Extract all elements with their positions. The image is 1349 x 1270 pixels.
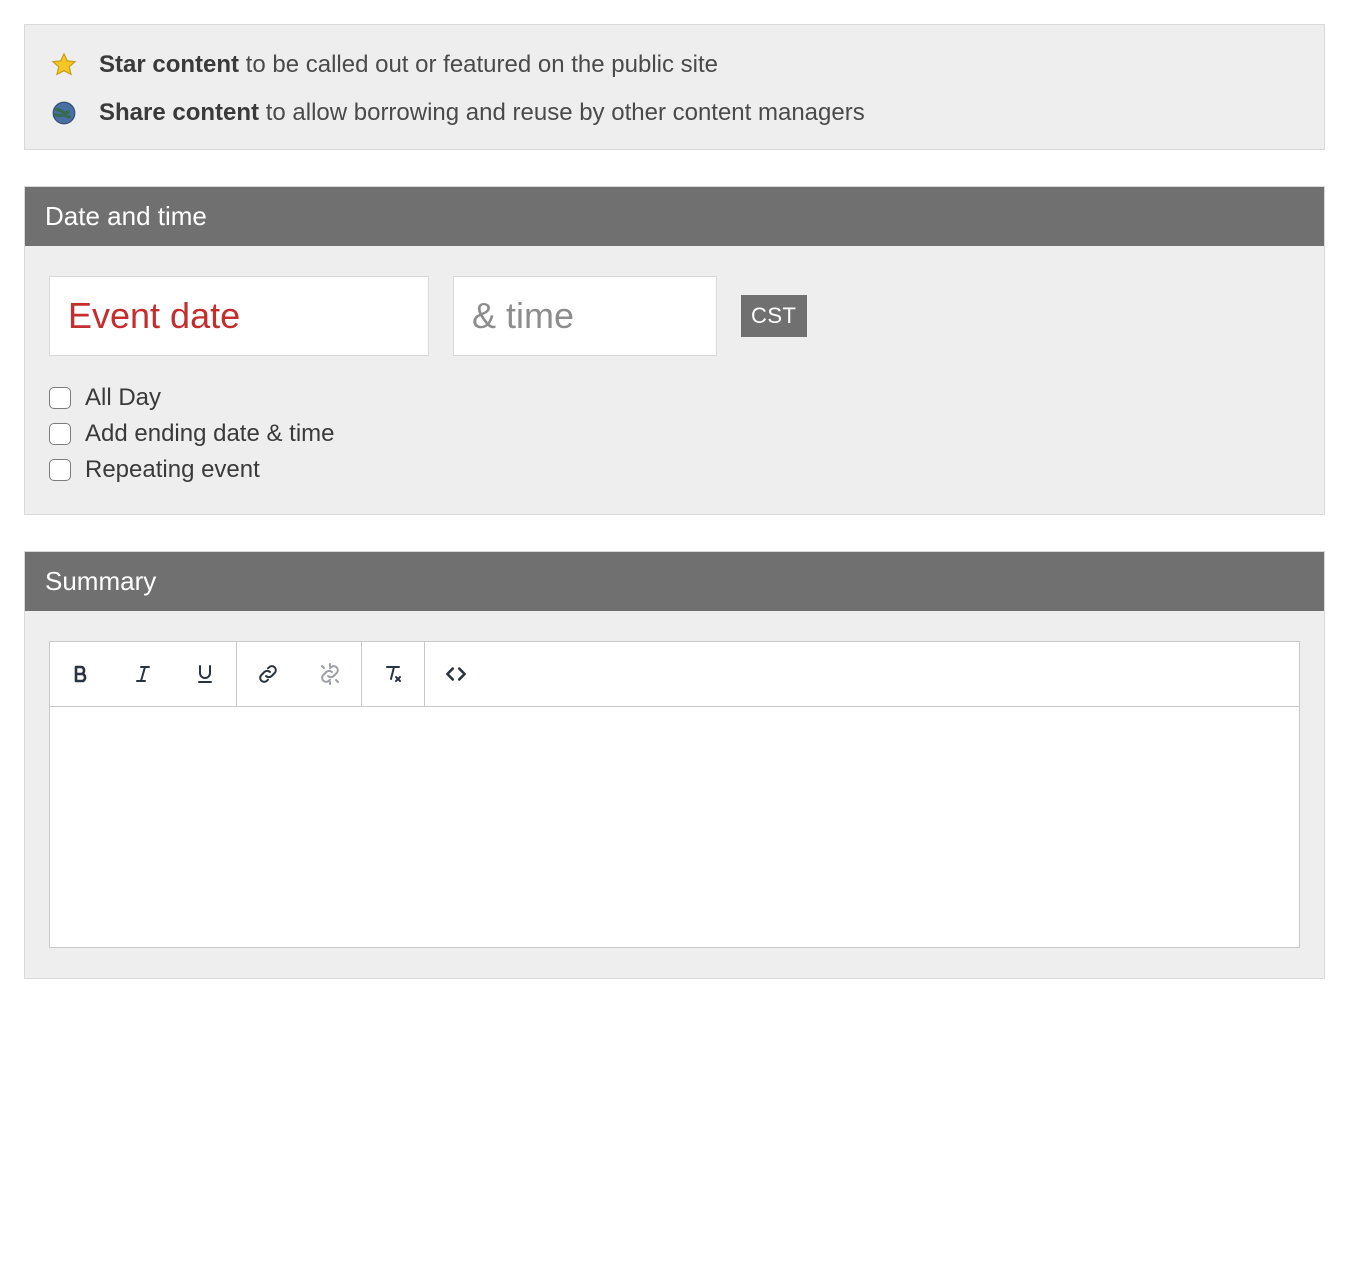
datetime-body: CST All Day Add ending date & time Repea… <box>25 246 1324 514</box>
link-button[interactable] <box>237 642 299 706</box>
star-icon <box>49 51 79 79</box>
link-icon <box>256 662 280 686</box>
info-share-text: Share content to allow borrowing and reu… <box>99 95 865 131</box>
summary-header: Summary <box>25 552 1324 611</box>
repeating-label: Repeating event <box>85 456 260 484</box>
all-day-checkbox[interactable] <box>49 387 71 409</box>
info-row-share: Share content to allow borrowing and reu… <box>49 95 1300 131</box>
unlink-button[interactable] <box>299 642 361 706</box>
info-row-star: Star content to be called out or feature… <box>49 47 1300 83</box>
globe-icon <box>49 100 79 126</box>
underline-button[interactable] <box>174 642 236 706</box>
datetime-header: Date and time <box>25 187 1324 246</box>
bold-button[interactable] <box>50 642 112 706</box>
all-day-label: All Day <box>85 384 161 412</box>
italic-button[interactable] <box>112 642 174 706</box>
add-end-checkbox[interactable] <box>49 423 71 445</box>
summary-textarea[interactable] <box>50 707 1299 947</box>
info-panel: Star content to be called out or feature… <box>24 24 1325 150</box>
unlink-icon <box>318 662 342 686</box>
info-star-rest: to be called out or featured on the publ… <box>239 51 718 78</box>
add-end-label: Add ending date & time <box>85 420 335 448</box>
code-icon <box>443 661 469 687</box>
toolbar-group-format <box>50 642 237 706</box>
summary-body <box>25 611 1324 978</box>
event-time-input[interactable] <box>453 276 717 356</box>
source-button[interactable] <box>425 642 487 706</box>
clear-format-icon <box>381 662 405 686</box>
repeating-checkbox[interactable] <box>49 459 71 481</box>
all-day-row: All Day <box>49 384 1300 412</box>
datetime-input-row: CST <box>49 276 1300 356</box>
timezone-badge: CST <box>741 295 807 337</box>
toolbar-group-source <box>425 642 487 706</box>
info-star-bold: Star content <box>99 51 239 78</box>
event-date-input[interactable] <box>49 276 429 356</box>
info-star-text: Star content to be called out or feature… <box>99 47 718 83</box>
summary-editor <box>49 641 1300 948</box>
info-share-rest: to allow borrowing and reuse by other co… <box>259 99 865 126</box>
datetime-section: Date and time CST All Day Add ending dat… <box>24 186 1325 515</box>
toolbar-group-clear <box>362 642 425 706</box>
add-end-row: Add ending date & time <box>49 420 1300 448</box>
underline-icon <box>193 662 217 686</box>
toolbar-group-link <box>237 642 362 706</box>
summary-toolbar <box>50 642 1299 707</box>
repeating-row: Repeating event <box>49 456 1300 484</box>
summary-section: Summary <box>24 551 1325 979</box>
info-share-bold: Share content <box>99 99 259 126</box>
bold-icon <box>69 662 93 686</box>
italic-icon <box>131 662 155 686</box>
clear-format-button[interactable] <box>362 642 424 706</box>
